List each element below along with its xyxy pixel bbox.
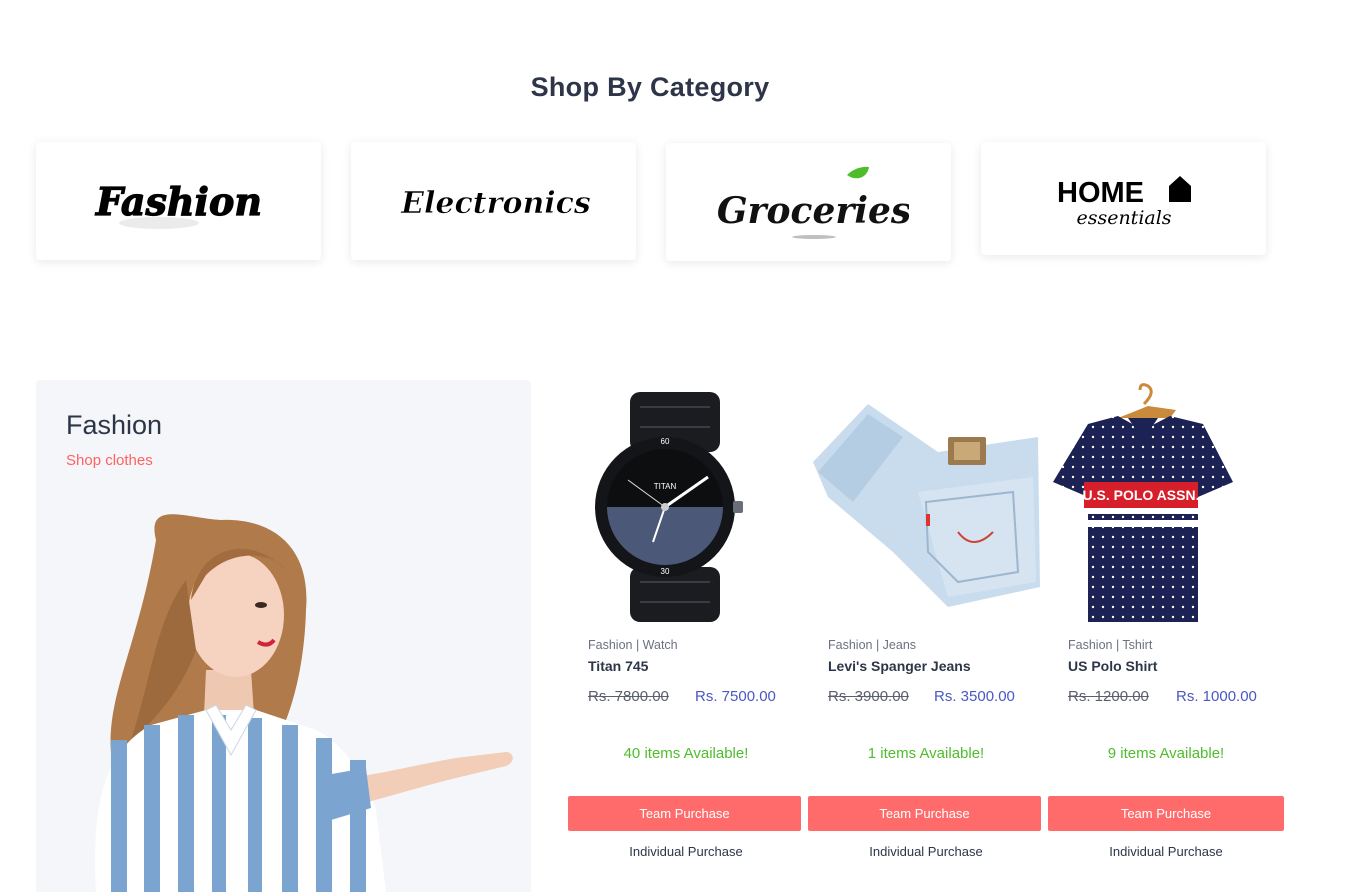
- promo-banner: Fashion Shop clothes: [36, 380, 531, 892]
- watch-image: TITAN 60 30: [595, 392, 743, 622]
- product-availability: 40 items Available!: [623, 745, 749, 762]
- shirt-image: U.S. POLO ASSN.: [1053, 383, 1233, 622]
- product-category: Fashion | Watch: [588, 638, 678, 652]
- product-new-price: Rs. 7500.00: [695, 688, 776, 705]
- product-card-levis-jeans[interactable]: Fashion | Jeans Levi's Spanger Jeans Rs.…: [808, 382, 1044, 859]
- svg-text:Fashion: Fashion: [95, 179, 262, 224]
- product-card-us-polo-shirt[interactable]: U.S. POLO ASSN. Fashion | Tshirt US Polo…: [1048, 382, 1284, 859]
- product-old-price: Rs. 1200.00: [1068, 688, 1149, 705]
- leaf-icon: [846, 166, 869, 179]
- product-name[interactable]: Levi's Spanger Jeans: [828, 658, 971, 674]
- groceries-logo: Groceries: [716, 166, 909, 239]
- product-old-price: Rs. 7800.00: [588, 688, 669, 705]
- promo-title: Fashion: [66, 410, 163, 440]
- category-card-groceries[interactable]: Groceries: [666, 143, 951, 261]
- product-image-shirt[interactable]: U.S. POLO ASSN.: [1048, 382, 1284, 627]
- product-category: Fashion | Jeans: [828, 638, 917, 652]
- team-purchase-button[interactable]: Team Purchase: [808, 796, 1041, 831]
- category-card-electronics[interactable]: Electronics: [351, 142, 636, 260]
- product-category: Fashion | Tshirt: [1068, 638, 1153, 652]
- product-new-price: Rs. 1000.00: [1176, 688, 1257, 705]
- team-purchase-button[interactable]: Team Purchase: [568, 796, 801, 831]
- product-new-price: Rs. 3500.00: [934, 688, 1015, 705]
- hanger-icon: [1138, 383, 1153, 406]
- product-old-price: Rs. 3900.00: [828, 688, 909, 705]
- shop-clothes-link[interactable]: Shop clothes: [66, 452, 153, 469]
- product-image-watch[interactable]: TITAN 60 30: [568, 382, 804, 627]
- individual-purchase-button[interactable]: Individual Purchase: [808, 844, 1044, 859]
- house-icon: [1168, 175, 1191, 202]
- home-essentials-logo: HOME essentials: [1057, 175, 1191, 229]
- electronics-logo: Electronics: [399, 186, 591, 222]
- team-purchase-button[interactable]: Team Purchase: [1048, 796, 1284, 831]
- jeans-image: [813, 404, 1040, 607]
- fashion-logo: Fashion: [94, 178, 262, 229]
- product-availability: 9 items Available!: [1107, 745, 1225, 762]
- svg-text:60: 60: [661, 437, 670, 446]
- section-title: Shop By Category: [530, 72, 770, 102]
- category-card-home-essentials[interactable]: HOME essentials: [981, 142, 1266, 255]
- product-name[interactable]: US Polo Shirt: [1068, 658, 1157, 674]
- svg-text:Groceries: Groceries: [716, 190, 908, 232]
- product-availability: 1 items Available!: [867, 745, 985, 762]
- individual-purchase-button[interactable]: Individual Purchase: [568, 844, 804, 859]
- svg-text:Electronics: Electronics: [400, 186, 591, 221]
- svg-text:U.S. POLO ASSN.: U.S. POLO ASSN.: [1083, 487, 1200, 503]
- svg-text:HOME: HOME: [1057, 177, 1144, 209]
- category-card-fashion[interactable]: Fashion: [36, 142, 321, 260]
- individual-purchase-button[interactable]: Individual Purchase: [1048, 844, 1284, 859]
- product-image-jeans[interactable]: [808, 382, 1044, 627]
- product-name[interactable]: Titan 745: [588, 658, 648, 674]
- svg-text:TITAN: TITAN: [654, 482, 677, 491]
- svg-text:essentials: essentials: [1076, 207, 1171, 229]
- svg-text:30: 30: [661, 567, 670, 576]
- product-card-titan-745[interactable]: TITAN 60 30 Fashion | Watch Titan 745 Rs…: [568, 382, 804, 859]
